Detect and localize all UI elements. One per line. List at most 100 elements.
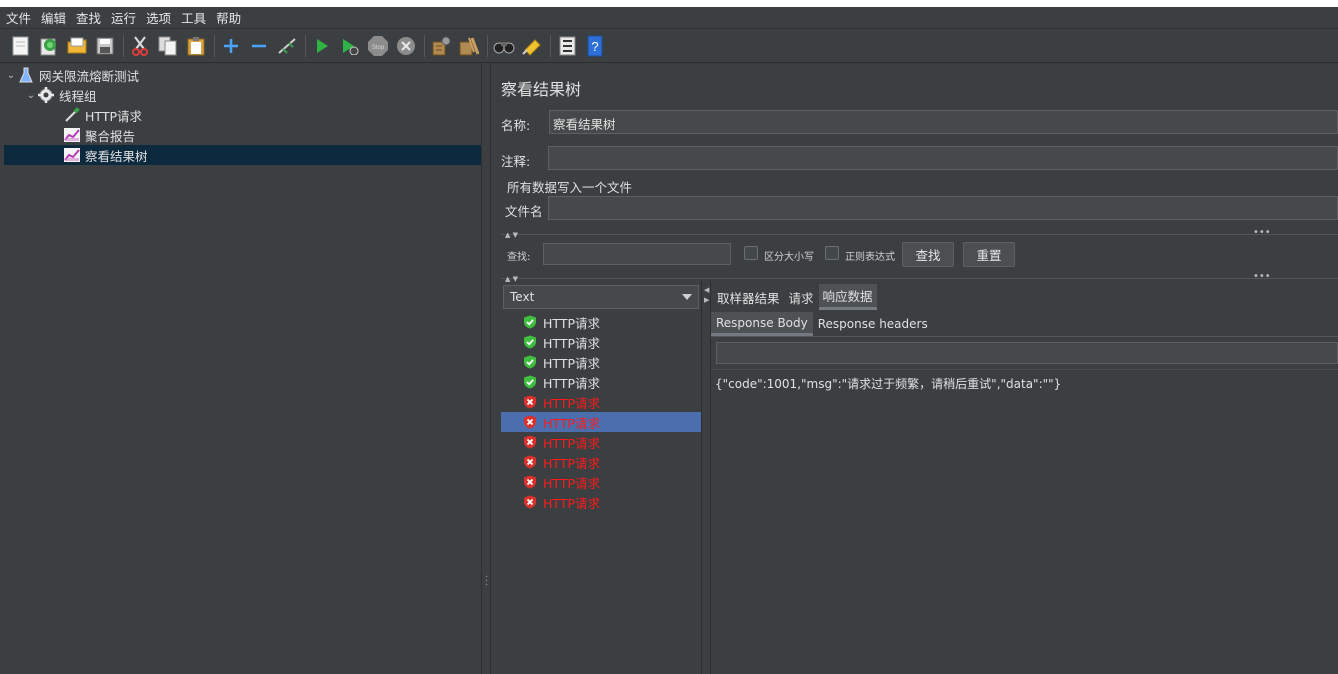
toolbar: Stop ? bbox=[0, 30, 1338, 63]
new-file-icon[interactable] bbox=[10, 35, 32, 57]
comment-field[interactable] bbox=[548, 146, 1338, 170]
tree-item-http-request[interactable]: HTTP请求 bbox=[4, 105, 481, 125]
list-item[interactable]: HTTP请求 bbox=[501, 372, 701, 392]
splitter-handle-icon[interactable]: · · · bbox=[485, 573, 488, 591]
toolbar-separator bbox=[123, 35, 124, 57]
more-icon[interactable]: ••• bbox=[1253, 227, 1271, 238]
menu-run[interactable]: 运行 bbox=[111, 8, 136, 27]
search-label: 查找: bbox=[507, 252, 531, 263]
tab-response-data[interactable]: 响应数据 bbox=[818, 284, 877, 310]
collapse-bar[interactable]: ▲ ▼ ••• bbox=[501, 227, 1338, 242]
menu-edit[interactable]: 编辑 bbox=[41, 8, 66, 27]
chevron-down-icon[interactable] bbox=[682, 294, 692, 300]
help-icon[interactable]: ? bbox=[584, 35, 606, 57]
check-shield-icon bbox=[524, 315, 536, 329]
check-shield-icon bbox=[524, 375, 536, 389]
list-item[interactable]: HTTP请求 bbox=[501, 392, 701, 412]
gear-icon bbox=[38, 87, 54, 103]
menu-file[interactable]: 文件 bbox=[6, 8, 31, 27]
toggle-icon[interactable] bbox=[276, 35, 298, 57]
graph-icon bbox=[64, 147, 80, 163]
page-title: 察看结果树 bbox=[501, 80, 582, 99]
list-item-label: HTTP请求 bbox=[543, 355, 600, 371]
toolbar-separator bbox=[487, 35, 488, 57]
renderer-select[interactable]: Text bbox=[503, 285, 699, 309]
list-item[interactable]: HTTP请求 bbox=[501, 312, 701, 332]
list-item[interactable]: HTTP请求 bbox=[501, 472, 701, 492]
divider bbox=[711, 336, 1338, 337]
tree-item-label: 察看结果树 bbox=[85, 148, 148, 164]
clear-all-icon[interactable] bbox=[458, 35, 480, 57]
response-body-text[interactable]: {"code":1001,"msg":"请求过于频繁，请稍后重试","data"… bbox=[715, 375, 1061, 392]
reset-button[interactable]: 重置 bbox=[963, 242, 1015, 267]
tab-request[interactable]: 请求 bbox=[785, 284, 818, 310]
regex-checkbox[interactable] bbox=[825, 246, 839, 260]
copy-icon[interactable] bbox=[157, 35, 179, 57]
function-helper-icon[interactable] bbox=[556, 35, 578, 57]
chevron-down-icon[interactable]: ⌄ bbox=[4, 70, 18, 81]
clear-icon[interactable] bbox=[430, 35, 452, 57]
find-button[interactable]: 查找 bbox=[902, 242, 954, 267]
toolbar-separator bbox=[424, 35, 425, 57]
open-icon[interactable] bbox=[66, 35, 88, 57]
save-icon[interactable] bbox=[94, 35, 116, 57]
tree-item-label: 网关限流熔断测试 bbox=[39, 68, 140, 84]
tab-response-headers[interactable]: Response headers bbox=[813, 312, 933, 336]
menu-options[interactable]: 选项 bbox=[146, 8, 171, 27]
list-item[interactable]: HTTP请求 bbox=[501, 432, 701, 452]
menu-search[interactable]: 查找 bbox=[76, 8, 101, 27]
menu-help[interactable]: 帮助 bbox=[216, 8, 241, 27]
error-shield-icon bbox=[524, 475, 536, 489]
list-item[interactable]: HTTP请求 bbox=[501, 352, 701, 372]
shutdown-icon[interactable] bbox=[395, 35, 417, 57]
case-sensitive-label: 区分大小写 bbox=[764, 252, 814, 263]
tree-item-label: HTTP请求 bbox=[85, 108, 142, 124]
paste-icon[interactable] bbox=[185, 35, 207, 57]
collapse-icon[interactable] bbox=[248, 35, 270, 57]
tab-response-body[interactable]: Response Body bbox=[711, 312, 813, 336]
arrow-right-icon[interactable]: ▶ bbox=[704, 296, 709, 304]
pipette-icon bbox=[64, 107, 80, 123]
cut-icon[interactable] bbox=[129, 35, 151, 57]
regex-label: 正则表达式 bbox=[845, 252, 895, 263]
search-icon[interactable] bbox=[493, 35, 515, 57]
case-sensitive-checkbox[interactable] bbox=[744, 246, 758, 260]
stop-icon[interactable]: Stop bbox=[367, 35, 389, 57]
tab-sampler-result[interactable]: 取样器结果 bbox=[713, 284, 784, 310]
svg-text:Stop: Stop bbox=[372, 45, 385, 51]
menu-tools[interactable]: 工具 bbox=[181, 8, 206, 27]
tree-item-aggregate-report[interactable]: 聚合报告 bbox=[4, 125, 481, 145]
templates-icon[interactable] bbox=[38, 35, 60, 57]
sample-result-list: HTTP请求 HTTP请求 HTTP请求 HTTP请求 HTTP请求 HTTP请… bbox=[501, 312, 701, 674]
svg-text:?: ? bbox=[591, 39, 598, 54]
collapse-arrows-icon[interactable]: ▲ ▼ bbox=[505, 275, 518, 283]
start-icon[interactable] bbox=[311, 35, 333, 57]
list-item[interactable]: HTTP请求 bbox=[501, 492, 701, 512]
name-field[interactable]: 察看结果树 bbox=[549, 110, 1338, 134]
list-item[interactable]: HTTP请求 bbox=[501, 332, 701, 352]
reset-search-icon[interactable] bbox=[521, 35, 543, 57]
list-item-label: HTTP请求 bbox=[543, 495, 600, 511]
more-icon[interactable]: ••• bbox=[1253, 271, 1271, 282]
arrow-left-icon[interactable]: ◀ bbox=[704, 286, 709, 294]
results-splitter[interactable]: ◀ ▶ bbox=[701, 280, 711, 674]
response-search-input[interactable] bbox=[716, 342, 1338, 364]
renderer-select-value: Text bbox=[510, 290, 535, 304]
tree-item-test-plan[interactable]: ⌄ 网关限流熔断测试 bbox=[4, 65, 481, 85]
name-label: 名称: bbox=[501, 118, 531, 133]
results-tree-panel: 察看结果树 名称: 察看结果树 注释: 所有数据写入一个文件 文件名 ▲ ▼ •… bbox=[491, 64, 1338, 674]
main-splitter[interactable]: · · · bbox=[481, 64, 491, 674]
error-shield-icon bbox=[524, 395, 536, 409]
search-input[interactable] bbox=[543, 243, 731, 265]
chevron-down-icon[interactable]: ⌄ bbox=[24, 90, 38, 101]
list-item[interactable]: HTTP请求 bbox=[501, 452, 701, 472]
start-no-pause-icon[interactable] bbox=[339, 35, 361, 57]
filename-field[interactable] bbox=[548, 196, 1338, 220]
collapse-arrows-icon[interactable]: ▲ ▼ bbox=[505, 231, 518, 239]
expand-icon[interactable] bbox=[220, 35, 242, 57]
error-shield-icon bbox=[524, 455, 536, 469]
tree-item-thread-group[interactable]: ⌄ 线程组 bbox=[4, 85, 481, 105]
graph-icon bbox=[64, 127, 80, 143]
list-item[interactable]: HTTP请求 bbox=[501, 412, 701, 432]
tree-item-results-tree[interactable]: 察看结果树 bbox=[4, 145, 481, 165]
